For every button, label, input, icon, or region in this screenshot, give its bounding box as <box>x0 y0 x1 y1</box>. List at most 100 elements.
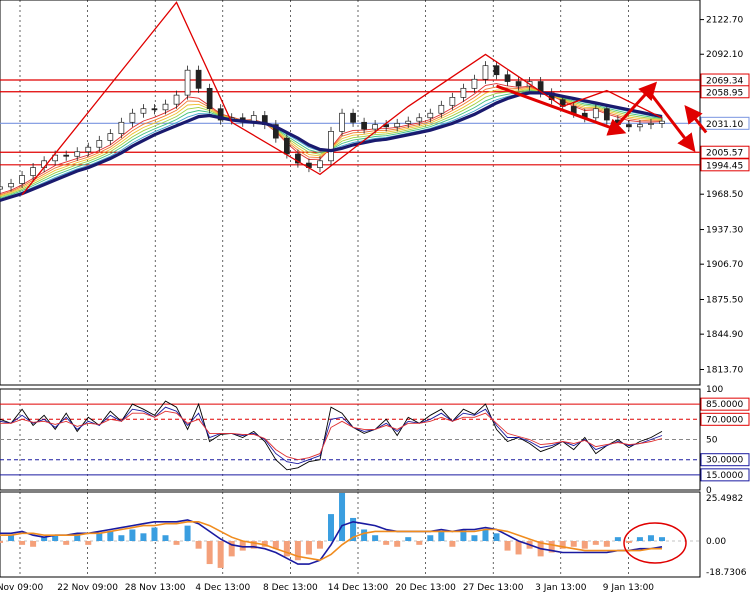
macd-histogram-bar <box>173 541 180 545</box>
macd-y-tick-label: -18.7306 <box>706 568 747 578</box>
macd-histogram-bar <box>394 541 401 547</box>
oscillator-y-tick-label: 30.0000 <box>706 456 743 466</box>
price-candle-body <box>493 65 500 76</box>
macd-histogram-bar <box>405 537 412 542</box>
macd-histogram-bar <box>647 535 654 542</box>
macd-histogram-bar <box>427 535 434 542</box>
macd-histogram-bar <box>140 533 147 542</box>
price-candle-body <box>372 124 378 130</box>
macd-histogram-bar <box>63 541 70 545</box>
price-candle-body <box>460 87 467 98</box>
price-candle-body <box>96 140 103 148</box>
x-tick-label: Nov 09:00 <box>0 583 43 593</box>
x-tick-label: 4 Dec 13:00 <box>195 583 250 593</box>
macd-histogram-bar <box>184 525 191 542</box>
macd-histogram-bar <box>30 541 37 547</box>
price-candle-body <box>427 112 434 119</box>
oscillator-y-tick-label: 85.0000 <box>706 400 743 410</box>
price-candle-body <box>151 108 158 111</box>
price-candle-body <box>592 108 599 119</box>
macd-histogram-bar <box>195 541 202 549</box>
macd-histogram-bar <box>96 533 103 542</box>
price-candle-body <box>339 112 345 132</box>
oscillator-y-tick-label: 15.0000 <box>706 471 743 481</box>
macd-histogram-bar <box>482 529 489 542</box>
price-y-tick-label: 1875.50 <box>706 296 743 306</box>
macd-histogram-bar <box>625 541 632 543</box>
price-candle-body <box>173 94 180 105</box>
price-candle-body <box>471 78 478 89</box>
price-candle-body <box>648 123 654 125</box>
macd-histogram-bar <box>372 535 379 542</box>
x-tick-label: 8 Dec 13:00 <box>263 583 318 593</box>
macd-histogram-bar <box>118 535 125 542</box>
macd-histogram-bar <box>471 535 478 542</box>
price-candle-body <box>328 131 334 162</box>
price-y-tick-label: 1906.70 <box>706 260 743 270</box>
price-candle-body <box>107 133 114 141</box>
oscillator-y-tick-label: 70.0000 <box>706 415 743 425</box>
price-candle-body <box>0 186 3 190</box>
price-candle-body <box>515 81 522 87</box>
macd-histogram-bar <box>515 541 522 555</box>
macd-histogram-bar <box>339 492 346 542</box>
macd-histogram-bar <box>416 541 423 545</box>
macd-histogram-bar <box>206 541 213 565</box>
macd-histogram-bar <box>19 541 26 545</box>
macd-panel-frame <box>0 491 701 578</box>
macd-histogram-bar <box>581 541 588 549</box>
price-y-tick-label: 1937.30 <box>706 226 743 236</box>
price-candle-body <box>438 104 445 114</box>
price-y-tick-label: 2122.70 <box>706 16 743 26</box>
x-tick-label: 27 Dec 13:00 <box>463 583 524 593</box>
price-candle-body <box>659 120 665 124</box>
macd-histogram-bar <box>570 541 577 547</box>
price-candle-body <box>118 121 125 134</box>
price-panel-frame <box>0 0 701 386</box>
price-candle-body <box>350 112 356 123</box>
price-level-label: 2031.10 <box>706 120 743 130</box>
macd-histogram-bar <box>614 537 621 542</box>
price-candle-body <box>504 74 511 82</box>
macd-histogram-bar <box>129 529 136 542</box>
macd-histogram-bar <box>0 541 3 543</box>
price-candle-body <box>637 124 643 128</box>
price-candle-body <box>195 69 202 89</box>
macd-histogram-bar <box>85 541 92 545</box>
x-tick-label: 9 Jan 13:00 <box>603 583 655 593</box>
price-candle-body <box>361 121 367 130</box>
price-candle-body <box>626 124 632 128</box>
macd-histogram-bar <box>162 535 169 542</box>
x-tick-label: 28 Nov 13:00 <box>125 583 186 593</box>
price-candle-body <box>184 69 191 96</box>
macd-y-tick-label: 0.00 <box>706 537 726 547</box>
price-candle-body <box>405 120 412 124</box>
price-level-label: 2058.95 <box>706 88 743 98</box>
price-candle-body <box>129 112 136 123</box>
chart-root: 2122.702092.102061.502030.802000.201968.… <box>0 0 755 595</box>
price-y-tick-label: 1968.50 <box>706 190 743 200</box>
price-candle-body <box>85 146 92 153</box>
price-candle-body <box>8 183 14 188</box>
price-candle-body <box>482 65 489 80</box>
price-candle-body <box>74 151 81 157</box>
macd-y-tick-label: 25.4982 <box>706 494 743 504</box>
price-level-label: 1994.45 <box>706 161 743 171</box>
price-y-tick-label: 1813.70 <box>706 365 743 375</box>
macd-histogram-bar <box>8 535 15 542</box>
price-candle-body <box>317 160 323 168</box>
macd-histogram-bar <box>493 533 500 542</box>
price-candle-body <box>30 167 36 176</box>
macd-histogram-bar <box>316 541 323 549</box>
price-candle-body <box>206 87 213 110</box>
price-candle-body <box>19 175 25 184</box>
x-tick-label: 22 Nov 09:00 <box>57 583 118 593</box>
price-candle-body <box>416 117 423 122</box>
price-candle-body <box>140 108 147 114</box>
oscillator-y-tick-label: 50 <box>706 436 718 446</box>
price-level-label: 2005.57 <box>706 149 743 159</box>
price-candle-body <box>449 97 456 106</box>
price-level-label: 2069.34 <box>706 77 743 87</box>
macd-histogram-bar <box>383 541 390 545</box>
macd-histogram-bar <box>592 541 599 545</box>
